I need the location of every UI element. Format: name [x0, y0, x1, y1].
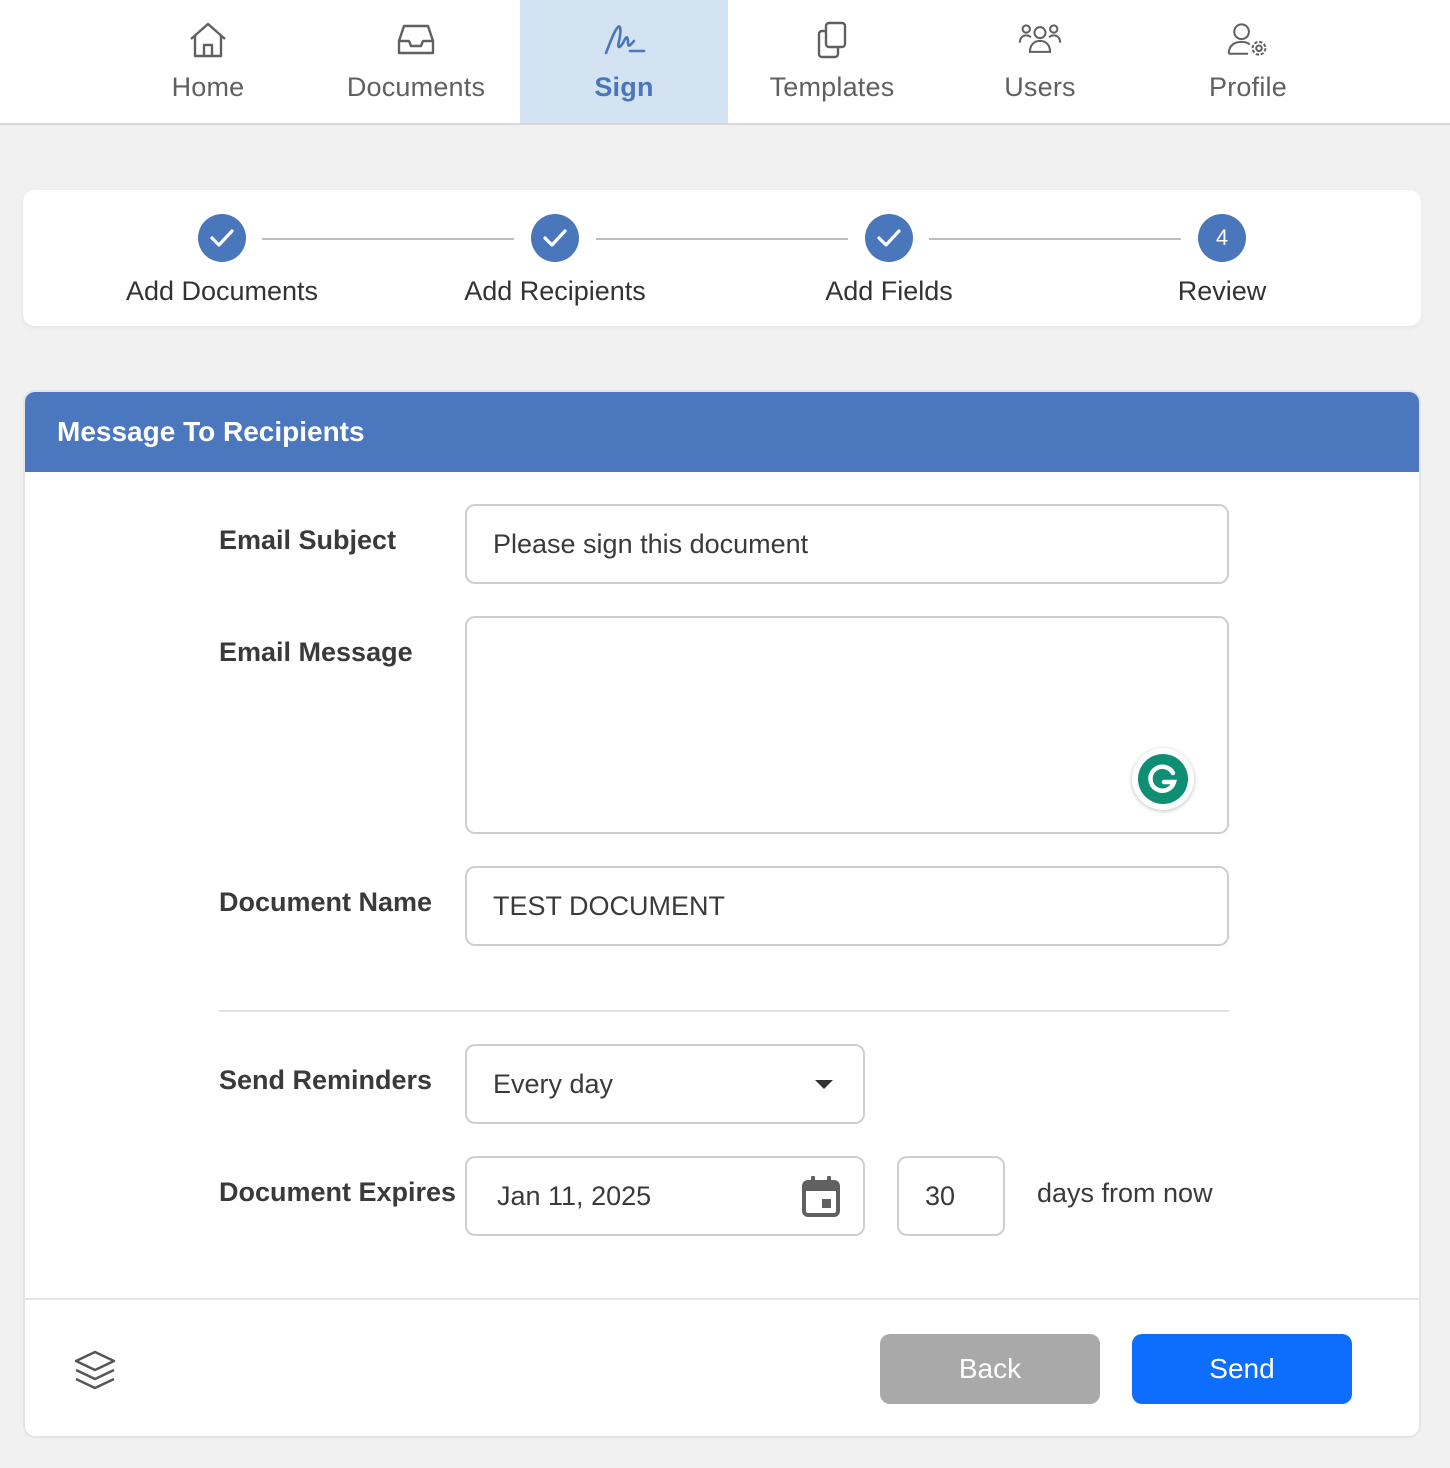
message-card: Message To Recipients Email Subject Emai…	[23, 390, 1421, 1438]
email-message-textarea[interactable]	[465, 616, 1229, 834]
user-settings-icon	[1226, 18, 1270, 62]
nav-item-templates[interactable]: Templates	[728, 0, 936, 123]
nav-label-profile: Profile	[1209, 72, 1287, 102]
progress-stepper: Add Documents Add Recipients Add Fields …	[23, 190, 1421, 326]
step-add-fields[interactable]: Add Fields	[739, 214, 1039, 307]
nav-item-users[interactable]: Users	[936, 0, 1144, 123]
nav-label-documents: Documents	[346, 72, 486, 102]
days-from-now-text: days from now	[1037, 1178, 1213, 1208]
step-label: Add Documents	[125, 276, 319, 306]
document-name-label: Document Name	[219, 887, 433, 917]
send-reminders-select[interactable]: Every day	[465, 1044, 865, 1124]
step-label: Add Fields	[825, 276, 953, 306]
step-review[interactable]: 4 Review	[1072, 214, 1372, 307]
step-add-recipients[interactable]: Add Recipients	[405, 214, 705, 307]
nav-label-home: Home	[171, 72, 245, 102]
users-icon	[1018, 18, 1062, 62]
expire-days-input[interactable]: 30	[897, 1156, 1005, 1236]
nav-item-documents[interactable]: Documents	[312, 0, 520, 123]
section-divider	[219, 1010, 1229, 1012]
step-add-documents[interactable]: Add Documents	[72, 214, 372, 307]
document-name-input[interactable]	[465, 866, 1229, 946]
expire-days-value: 30	[925, 1180, 956, 1211]
send-reminders-label: Send Reminders	[219, 1065, 433, 1095]
layers-icon[interactable]	[73, 1348, 117, 1392]
calendar-icon[interactable]	[801, 1174, 841, 1218]
nav-label-users: Users	[1004, 72, 1076, 102]
nav-label-sign: Sign	[594, 72, 654, 102]
expire-date-value: Jan 11, 2025	[497, 1180, 652, 1211]
home-icon	[186, 18, 230, 62]
back-button[interactable]: Back	[880, 1334, 1100, 1404]
check-icon	[198, 214, 246, 262]
step-number: 4	[1198, 214, 1246, 262]
document-expires-label: Document Expires	[219, 1177, 457, 1207]
check-icon	[865, 214, 913, 262]
send-reminders-value: Every day	[493, 1068, 614, 1099]
footer-divider	[25, 1298, 1419, 1300]
copy-icon	[810, 18, 854, 62]
card-title: Message To Recipients	[25, 392, 1419, 472]
email-subject-label: Email Subject	[219, 525, 397, 555]
expire-date-input[interactable]: Jan 11, 2025	[465, 1156, 865, 1236]
top-navigation: Home Documents Sign Templates Users Prof…	[0, 0, 1450, 125]
nav-item-home[interactable]: Home	[104, 0, 312, 123]
caret-down-icon	[815, 1080, 833, 1089]
nav-item-profile[interactable]: Profile	[1144, 0, 1352, 123]
check-icon	[531, 214, 579, 262]
email-message-label: Email Message	[219, 637, 413, 667]
step-label: Review	[1177, 276, 1267, 306]
grammarly-icon[interactable]	[1132, 748, 1194, 810]
nav-item-sign[interactable]: Sign	[520, 0, 728, 123]
signature-icon	[602, 18, 646, 62]
email-subject-input[interactable]	[465, 504, 1229, 584]
send-button[interactable]: Send	[1132, 1334, 1352, 1404]
step-label: Add Recipients	[464, 276, 646, 306]
nav-label-templates: Templates	[769, 72, 895, 102]
inbox-icon	[394, 18, 438, 62]
